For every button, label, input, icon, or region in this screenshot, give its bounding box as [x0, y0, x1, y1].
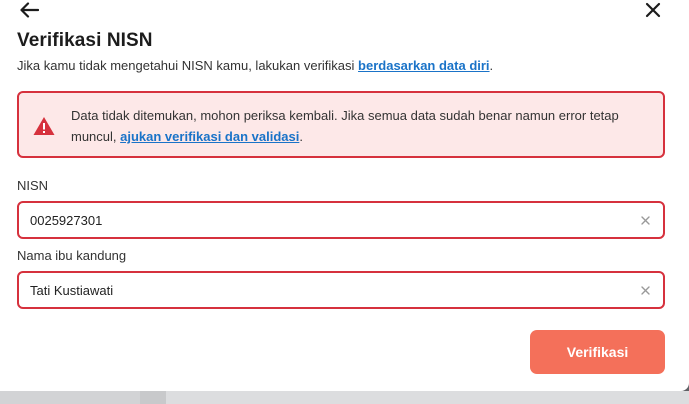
dialog-subtitle: Jika kamu tidak mengetahui NISN kamu, la…: [17, 58, 493, 73]
close-button[interactable]: [640, 0, 666, 20]
nisn-input[interactable]: [19, 203, 663, 237]
subtitle-text: Jika kamu tidak mengetahui NISN kamu, la…: [17, 58, 359, 73]
background-panel-left: [0, 391, 140, 404]
nisn-field: [17, 201, 665, 239]
alert-end: .: [299, 129, 303, 144]
background-page: [0, 391, 689, 404]
mother-name-label: Nama ibu kandung: [17, 248, 127, 263]
mother-name-field: [17, 271, 665, 309]
verify-by-personal-data-link[interactable]: berdasarkan data diri: [358, 58, 490, 73]
dialog-title: Verifikasi NISN: [17, 30, 153, 51]
close-icon: [645, 2, 661, 18]
subtitle-end: .: [489, 58, 494, 73]
clear-x-icon: [640, 215, 650, 225]
error-alert: Data tidak ditemukan, mohon periksa kemb…: [17, 91, 665, 158]
request-verification-link[interactable]: ajukan verifikasi dan validasi: [120, 129, 299, 144]
mother-name-input[interactable]: [19, 273, 663, 307]
arrow-left-icon: [20, 2, 39, 18]
alert-message: Data tidak ditemukan, mohon periksa kemb…: [71, 105, 656, 147]
mother-name-clear-button[interactable]: [639, 284, 651, 296]
back-button[interactable]: [16, 0, 42, 20]
warning-triangle-icon: [33, 117, 55, 135]
verify-button[interactable]: Verifikasi: [530, 330, 665, 374]
verification-dialog: Verifikasi NISN Jika kamu tidak mengetah…: [0, 0, 689, 391]
nisn-clear-button[interactable]: [639, 214, 651, 226]
background-panel-mid: [140, 391, 166, 404]
clear-x-icon: [640, 285, 650, 295]
background-panel-right: [166, 391, 689, 404]
nisn-label: NISN: [17, 178, 49, 193]
